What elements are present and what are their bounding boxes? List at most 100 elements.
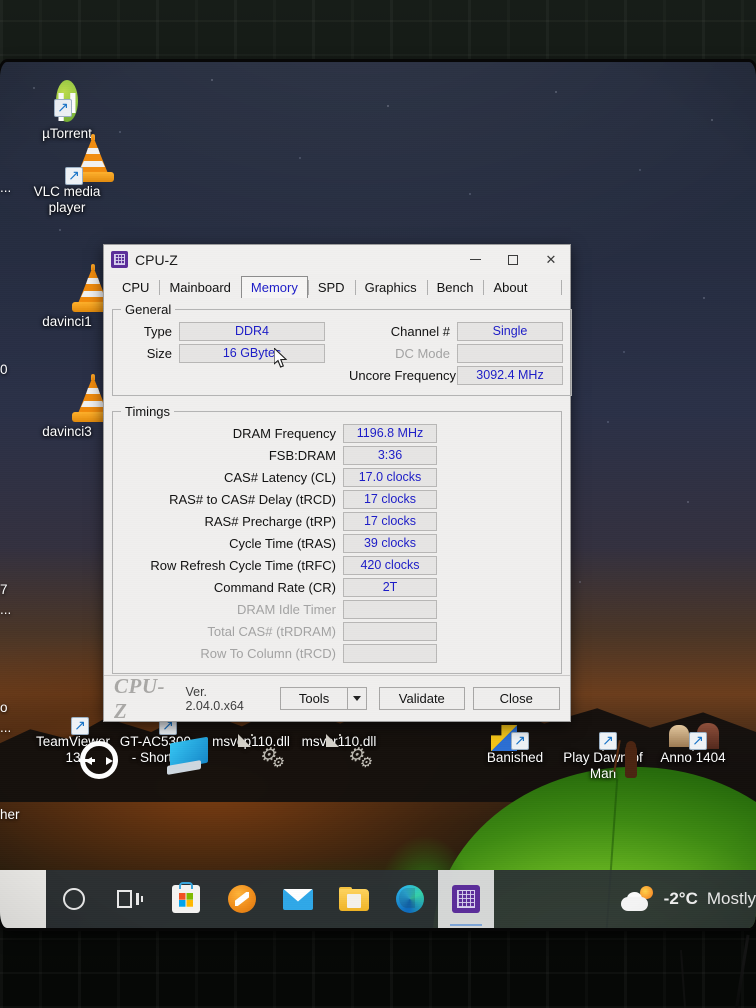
desktop-icon-play-dawn-of-man[interactable]: ↗ Play Dawn of Man	[560, 732, 646, 782]
timings-group: Timings DRAM Frequency 1196.8 MHz FSB:DRAM…	[112, 404, 562, 674]
task-view-button[interactable]	[102, 870, 158, 928]
desktop-icon-banished[interactable]: ↗ Banished	[472, 732, 558, 766]
general-right-column: Channel # Single DC Mode Uncore Frequency 30…	[349, 321, 563, 387]
mail-icon	[283, 888, 313, 910]
clipped-icon-label-fragment: ...	[0, 602, 12, 617]
field-label: Row To Column (tRCD)	[200, 645, 336, 661]
cortana-button[interactable]	[46, 870, 102, 928]
field-label: DRAM Frequency	[232, 425, 336, 441]
photograph-of-monitor: µ↗µTorrent↗VLC media player davinci1 davin…	[0, 0, 756, 1008]
field-row: Cycle Time (tRAS) 39 clocks	[121, 533, 553, 553]
tab-mainboard[interactable]: Mainboard	[159, 276, 240, 298]
cable	[735, 934, 750, 1008]
field-row: DC Mode	[349, 343, 563, 363]
tab-about[interactable]: About	[483, 276, 537, 298]
utorrent-icon: µ↗	[54, 80, 78, 122]
cpuz-tab-bar[interactable]: CPU Mainboard Memory SPD Graphics Bench About	[104, 274, 570, 298]
desktop-icon-teamviewer-13[interactable]: ↗ TeamViewer 13	[30, 717, 118, 779]
memory-tab-page: General Type DDR4 Size 16 GBytes Channel # S…	[112, 298, 572, 674]
cable-secondary	[679, 950, 687, 1008]
desktop-icon-anno-1404[interactable]: ↗ Anno 1404	[650, 732, 736, 766]
tab-cpu[interactable]: CPU	[112, 276, 159, 298]
field-row: Uncore Frequency 3092.4 MHz	[349, 365, 563, 385]
microsoft-store-button[interactable]	[158, 870, 214, 928]
clipped-icon-label-fragment: 7	[0, 582, 8, 597]
field-value: 3092.4 MHz	[457, 365, 563, 385]
cpuz-titlebar[interactable]: CPU-Z ✕	[104, 245, 570, 274]
general-legend: General	[125, 302, 172, 317]
field-value: Single	[457, 321, 563, 341]
field-value	[343, 643, 437, 663]
shortcut-arrow-icon: ↗	[54, 99, 73, 117]
field-label: RAS# Precharge (tRP)	[204, 513, 337, 529]
microsoft-store-icon	[172, 882, 200, 913]
field-row: Row To Column (tRCD)	[121, 643, 553, 663]
close-button[interactable]: Close	[472, 687, 561, 710]
file-explorer-button[interactable]	[326, 870, 382, 928]
clipped-icon-label-fragment: her	[0, 807, 20, 822]
tab-graphics[interactable]: Graphics	[354, 276, 427, 298]
folder-icon	[339, 887, 369, 911]
clipped-icon-label-fragment: ...	[0, 720, 12, 735]
field-row: DRAM Idle Timer	[121, 599, 553, 619]
tab-spd[interactable]: SPD	[307, 276, 355, 298]
monitor-screen: µ↗µTorrent↗VLC media player davinci1 davin…	[0, 62, 756, 928]
field-row: Total CAS# (tRDRAM)	[121, 621, 553, 641]
field-label: Type	[143, 323, 172, 339]
shortcut-arrow-icon: ↗	[71, 717, 89, 735]
weather-widget[interactable]: -2°C Mostly	[620, 886, 756, 912]
field-row: FSB:DRAM 3:36	[121, 445, 553, 465]
minimize-button[interactable]	[456, 245, 494, 274]
taskbar[interactable]: -2°C Mostly	[0, 870, 756, 928]
timings-rows: DRAM Frequency 1196.8 MHz FSB:DRAM 3:36 CAS#…	[121, 423, 553, 663]
field-value	[343, 621, 437, 641]
version-text: Ver. 2.04.0.x64	[185, 684, 244, 713]
field-value: 17 clocks	[343, 489, 437, 509]
field-value: 2T	[343, 577, 437, 597]
desktop-icon-davinci1[interactable]: davinci1	[24, 264, 114, 330]
chevron-down-icon[interactable]	[346, 687, 368, 710]
field-row: Size 16 GBytes	[121, 343, 333, 363]
close-icon[interactable]: ✕	[532, 245, 570, 274]
task-view-icon	[117, 889, 143, 909]
windows-start-icon[interactable]	[0, 870, 46, 928]
desktop-icon-label: davinci1	[42, 314, 92, 329]
tools-button[interactable]: Tools	[280, 687, 347, 710]
general-left-column: Type DDR4 Size 16 GBytes	[121, 321, 333, 387]
desktop-icon-msvcp110-dll[interactable]: ⚙ ⚙ msvcp110.dll	[208, 734, 294, 769]
desktop-icon-gt-ac5300-shortcut[interactable]: ↗ GT-AC5300... - Shortcut	[118, 717, 208, 775]
orange-app-button[interactable]	[214, 870, 270, 928]
field-row: Type DDR4	[121, 321, 333, 341]
field-value: 420 clocks	[343, 555, 437, 575]
tab-bench[interactable]: Bench	[426, 276, 484, 298]
shortcut-arrow-icon: ↗	[689, 732, 707, 750]
field-label: Channel #	[390, 323, 450, 339]
partly-sunny-icon	[620, 886, 655, 912]
validate-button[interactable]: Validate	[379, 687, 465, 710]
field-label: Row Refresh Cycle Time (tRFC)	[150, 557, 336, 573]
field-row: Command Rate (CR) 2T	[121, 577, 553, 597]
desktop-icon-torrent[interactable]: µ↗µTorrent	[24, 76, 110, 142]
desktop[interactable]: µ↗µTorrent↗VLC media player davinci1 davin…	[0, 62, 756, 928]
field-value: 39 clocks	[343, 533, 437, 553]
dawn-of-man-icon: ↗	[599, 732, 637, 778]
general-group: General Type DDR4 Size 16 GBytes Channel # S…	[112, 302, 572, 396]
clipped-icon-label-fragment: o	[0, 700, 8, 715]
field-label: Command Rate (CR)	[213, 579, 336, 595]
edge-button[interactable]	[382, 870, 438, 928]
desktop-icon-label: msvcr110.dll	[301, 734, 377, 749]
tab-memory[interactable]: Memory	[240, 276, 308, 298]
desktop-icon-label: msvcp110.dll	[212, 734, 290, 749]
field-row: Row Refresh Cycle Time (tRFC) 420 clocks	[121, 555, 553, 575]
desktop-icon-msvcr110-dll[interactable]: ⚙ ⚙ msvcr110.dll	[296, 734, 382, 769]
maximize-button[interactable]	[494, 245, 532, 274]
field-row: RAS# to CAS# Delay (tRCD) 17 clocks	[121, 489, 553, 509]
field-row: CAS# Latency (CL) 17.0 clocks	[121, 467, 553, 487]
mail-button[interactable]	[270, 870, 326, 928]
field-value: 3:36	[343, 445, 437, 465]
edge-icon	[396, 885, 424, 913]
desktop-icon-vlc-media-player[interactable]: ↗ VLC media player	[24, 134, 114, 216]
cpuz-taskbar-button[interactable]	[438, 870, 494, 928]
desktop-icon-davinci3[interactable]: davinci3	[24, 374, 114, 440]
cpuz-window[interactable]: CPU-Z ✕ CPU Mainboard Memory SPD Graphics Ben…	[103, 244, 572, 723]
